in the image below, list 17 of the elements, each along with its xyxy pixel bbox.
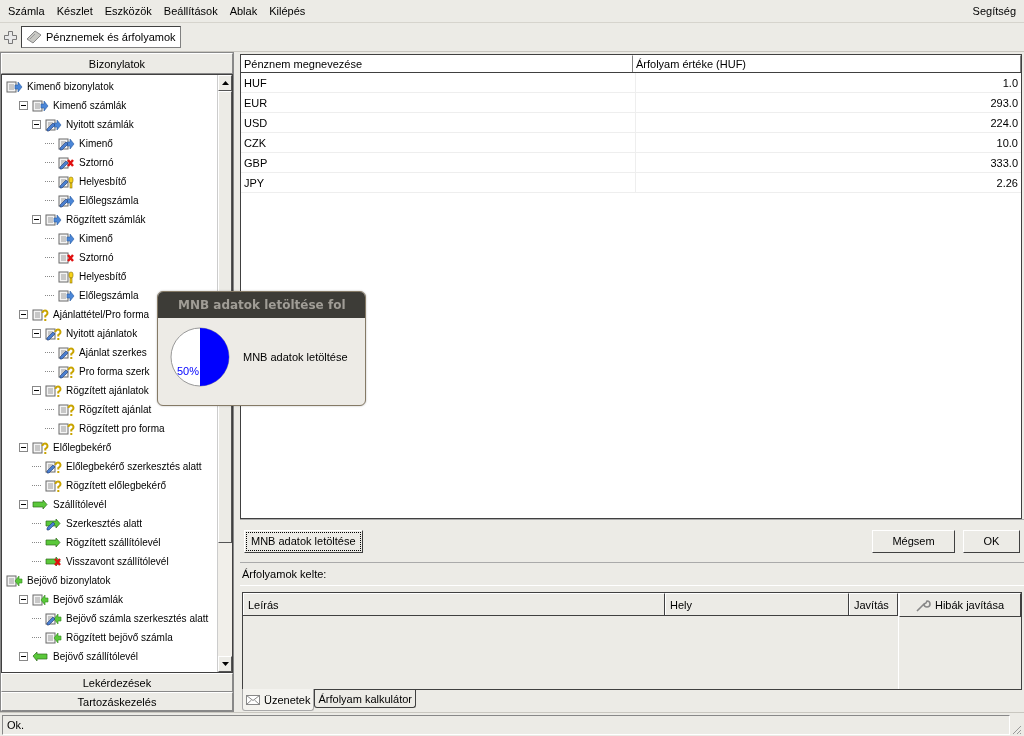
currency-cell: HUF <box>241 73 636 92</box>
currency-cell: CZK <box>241 133 636 152</box>
rate-cell-text: 293.0 <box>989 95 1019 111</box>
currency-cell: USD <box>241 113 636 132</box>
currency-cell: EUR <box>241 93 636 112</box>
currency-cell: JPY <box>241 173 636 192</box>
rate-cell-text: 333.0 <box>989 155 1019 171</box>
rates-date-label: Árfolyamok kelte: <box>242 568 327 580</box>
rate-cell-text: 1.0 <box>1001 75 1019 91</box>
dialog-message: MNB adatok letöltése <box>243 351 348 363</box>
currency-cell: GBP <box>241 153 636 172</box>
rate-cell-text: 10.0 <box>995 135 1019 151</box>
dialog-title: MNB adatok letöltése fol <box>158 292 365 318</box>
status-text: Ok. <box>2 715 1010 735</box>
rate-cell-text: 224.0 <box>989 115 1019 131</box>
progress-percent: 50% <box>176 366 199 377</box>
rate-cell-text: 2.26 <box>995 175 1019 191</box>
